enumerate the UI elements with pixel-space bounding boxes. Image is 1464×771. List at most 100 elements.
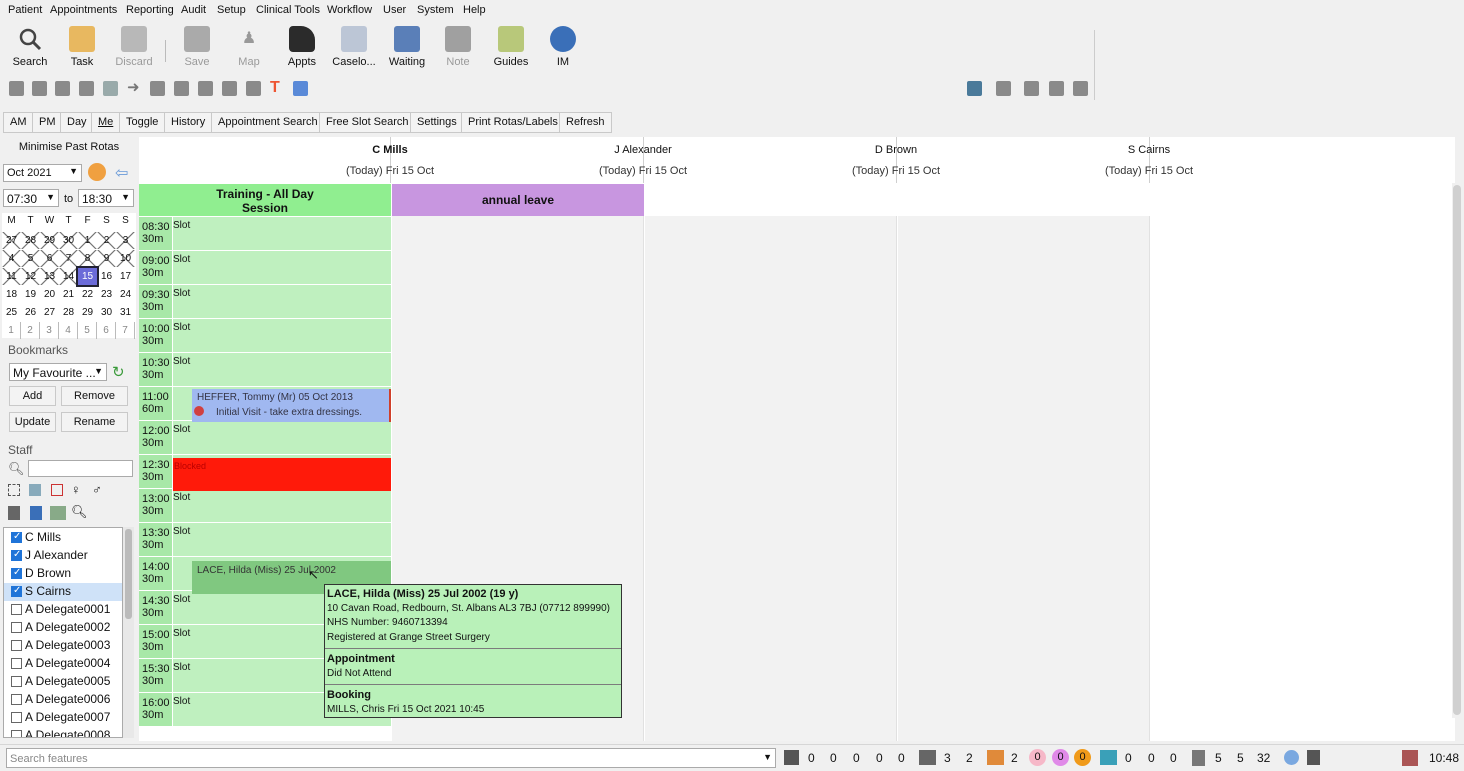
calendar-day[interactable]: 8 bbox=[78, 250, 97, 267]
status-ambulance-icon[interactable] bbox=[1100, 750, 1117, 765]
toolbar-caseload-button[interactable]: Caselo... bbox=[324, 26, 384, 68]
small-tool-icon[interactable] bbox=[1049, 81, 1064, 96]
calendar-day[interactable]: 5 bbox=[21, 250, 40, 267]
accessibility-icon[interactable] bbox=[293, 81, 308, 96]
toolbar-discard-button[interactable]: Discard bbox=[104, 26, 164, 68]
status-user-icon[interactable] bbox=[1307, 750, 1320, 765]
blocked-slot[interactable]: Blocked bbox=[173, 458, 391, 491]
staff-list[interactable]: C Mills J Alexander D Brown S Cairns A Deleg… bbox=[3, 527, 123, 738]
calendar-day[interactable]: 1 bbox=[78, 232, 97, 249]
calendar-day[interactable]: 2 bbox=[21, 322, 40, 339]
calendar-day[interactable]: 5 bbox=[78, 322, 97, 339]
print-icon[interactable] bbox=[1073, 81, 1088, 96]
mini-calendar[interactable]: M T W T F S S 27 28 29 30 1 2 3 4 5 6 7 8 9 10 11 12 13 14 15 16 17… bbox=[2, 213, 136, 339]
calendar-day[interactable]: 26 bbox=[21, 304, 40, 321]
calendar-day[interactable]: 30 bbox=[97, 304, 116, 321]
column-header-c-mills[interactable]: C Mills (Today) Fri 15 Oct bbox=[139, 137, 434, 183]
calendar-day[interactable]: 7 bbox=[59, 250, 78, 267]
calendar-day[interactable]: 27 bbox=[2, 232, 21, 249]
staff-list-item[interactable]: A Delegate0005 bbox=[4, 673, 122, 691]
calendar-day[interactable]: 23 bbox=[97, 286, 116, 303]
appointment-search-button[interactable]: Appointment Search bbox=[211, 112, 325, 133]
am-button[interactable]: AM bbox=[3, 112, 34, 133]
refresh-button[interactable]: Refresh bbox=[559, 112, 612, 133]
small-tool-icon[interactable] bbox=[103, 81, 118, 96]
staff-checkbox[interactable] bbox=[11, 658, 22, 669]
calendar-day[interactable]: 9 bbox=[97, 250, 116, 267]
staff-list-item[interactable]: A Delegate0008 bbox=[4, 727, 122, 737]
staff-checkbox[interactable] bbox=[11, 549, 22, 561]
status-clipboard-icon[interactable] bbox=[1192, 750, 1205, 766]
staff-list-item[interactable]: D Brown bbox=[4, 565, 122, 583]
menu-help[interactable]: Help bbox=[463, 4, 486, 16]
menu-patient[interactable]: Patient bbox=[8, 4, 42, 16]
bookmark-add-button[interactable]: Add bbox=[9, 386, 56, 406]
schedule-slot[interactable]: Slot bbox=[173, 285, 391, 319]
person-icon[interactable] bbox=[30, 506, 42, 520]
column-body-d-brown[interactable] bbox=[645, 216, 897, 741]
column-header-s-cairns[interactable]: S Cairns (Today) Fri 15 Oct bbox=[898, 137, 1193, 183]
status-pen-icon[interactable] bbox=[919, 750, 936, 765]
menu-clinical-tools[interactable]: Clinical Tools bbox=[256, 4, 320, 16]
staff-list-item[interactable]: J Alexander bbox=[4, 547, 122, 565]
chart-icon[interactable] bbox=[967, 81, 982, 96]
text-icon[interactable]: T bbox=[270, 80, 285, 96]
back-arrow-icon[interactable]: ⇦ bbox=[115, 163, 128, 183]
small-tool-icon[interactable] bbox=[996, 81, 1011, 96]
person-icon[interactable] bbox=[8, 506, 20, 520]
calendar-day[interactable]: 28 bbox=[59, 304, 78, 321]
calendar-day[interactable]: 16 bbox=[97, 268, 116, 285]
staff-list-item[interactable]: A Delegate0006 bbox=[4, 691, 122, 709]
time-to-select[interactable]: 18:30 ▼ bbox=[78, 189, 134, 207]
training-session-banner[interactable]: Training - All Day Session bbox=[139, 184, 391, 216]
small-tool-icon[interactable] bbox=[222, 81, 237, 96]
history-button[interactable]: History bbox=[164, 112, 213, 133]
calendar-day[interactable]: 12 bbox=[21, 268, 40, 285]
calendar-day[interactable]: 20 bbox=[40, 286, 59, 303]
calendar-day[interactable]: 3 bbox=[40, 322, 59, 339]
calendar-day[interactable]: 11 bbox=[2, 268, 21, 285]
calendar-day[interactable]: 22 bbox=[78, 286, 97, 303]
status-badge[interactable]: 0 bbox=[1052, 749, 1069, 766]
column-header-j-alexander[interactable]: J Alexander (Today) Fri 15 Oct bbox=[392, 137, 687, 183]
staff-checkbox[interactable] bbox=[11, 694, 22, 705]
bookmark-rename-button[interactable]: Rename bbox=[61, 412, 128, 432]
calendar-day[interactable]: 24 bbox=[116, 286, 135, 303]
small-tool-icon[interactable] bbox=[174, 81, 189, 96]
calendar-day[interactable]: 4 bbox=[59, 322, 78, 339]
toolbar-search-button[interactable]: Search bbox=[0, 26, 60, 68]
search-icon[interactable]: 🔍︎ bbox=[71, 504, 88, 520]
menu-system[interactable]: System bbox=[417, 4, 454, 16]
today-sun-icon[interactable] bbox=[88, 163, 106, 181]
female-icon[interactable]: ♀ bbox=[71, 482, 81, 497]
calendar-day[interactable]: 27 bbox=[40, 304, 59, 321]
scrollbar-thumb[interactable] bbox=[125, 529, 132, 619]
schedule-slot[interactable]: Slot bbox=[173, 353, 391, 387]
toolbar-appts-button[interactable]: Appts bbox=[272, 26, 332, 68]
small-tool-icon[interactable] bbox=[55, 81, 70, 96]
status-grid-icon[interactable] bbox=[784, 750, 799, 765]
status-network-icon[interactable] bbox=[1284, 750, 1299, 765]
settings-button[interactable]: Settings bbox=[410, 112, 464, 133]
status-badge[interactable]: 0 bbox=[1029, 749, 1046, 766]
pm-button[interactable]: PM bbox=[32, 112, 63, 133]
menu-user[interactable]: User bbox=[383, 4, 406, 16]
toggle-button[interactable]: Toggle bbox=[119, 112, 166, 133]
column-body-s-cairns[interactable] bbox=[898, 216, 1150, 741]
column-header-d-brown[interactable]: D Brown (Today) Fri 15 Oct bbox=[645, 137, 940, 183]
calendar-day[interactable]: 25 bbox=[2, 304, 21, 321]
calendar-day[interactable]: 4 bbox=[2, 250, 21, 267]
small-tool-icon[interactable] bbox=[79, 81, 94, 96]
staff-checkbox[interactable] bbox=[11, 622, 22, 633]
annual-leave-banner[interactable]: annual leave bbox=[392, 184, 644, 216]
bookmark-update-button[interactable]: Update bbox=[9, 412, 56, 432]
calendar-day[interactable]: 30 bbox=[59, 232, 78, 249]
calendar-day[interactable]: 3 bbox=[116, 232, 135, 249]
staff-list-scrollbar[interactable] bbox=[123, 527, 134, 738]
calendar-day[interactable]: 6 bbox=[40, 250, 59, 267]
grid-scrollbar[interactable] bbox=[1452, 183, 1462, 718]
schedule-slot[interactable]: Slot bbox=[173, 523, 391, 557]
calendar-day[interactable]: 13 bbox=[40, 268, 59, 285]
staff-list-item[interactable]: A Delegate0007 bbox=[4, 709, 122, 727]
toolbar-im-button[interactable]: IM bbox=[533, 26, 593, 68]
